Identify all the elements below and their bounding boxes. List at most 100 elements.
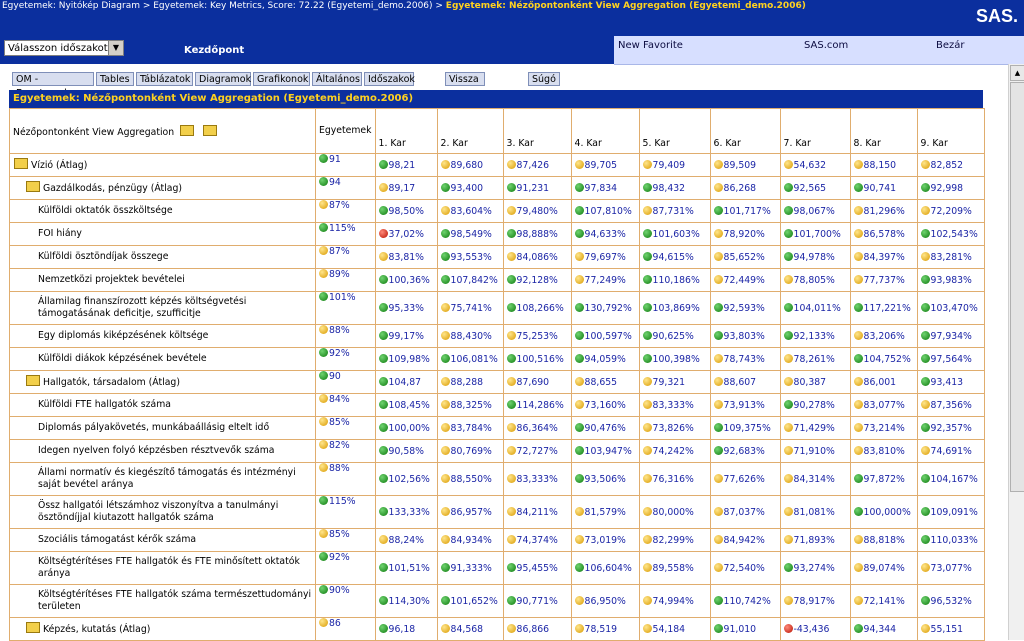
metric-cell[interactable]: 100,398% [638, 347, 711, 371]
metric-cell[interactable]: 82,852 [916, 153, 985, 177]
metric-cell[interactable]: 92,357% [916, 416, 985, 440]
metric-cell[interactable]: 88% [315, 462, 376, 496]
metric-cell[interactable]: 84,314% [779, 462, 851, 496]
metric-cell[interactable]: 83,604% [436, 199, 504, 223]
metric-cell[interactable]: 106,604% [570, 551, 640, 585]
metric-cell[interactable]: 90,476% [570, 416, 640, 440]
metric-cell[interactable]: 89,509 [709, 153, 781, 177]
metric-cell[interactable]: 86,866 [502, 617, 572, 641]
metric-cell[interactable]: 98,50% [374, 199, 438, 223]
metric-cell[interactable]: 72,209% [916, 199, 985, 223]
metric-cell[interactable]: 82% [315, 439, 376, 463]
metric-cell[interactable]: 103,470% [916, 291, 985, 325]
metric-cell[interactable]: 93,506% [570, 462, 640, 496]
row-label-cell[interactable]: Képzés, kutatás (Átlag) [9, 617, 316, 641]
breadcrumb-link-diagram[interactable]: Egyetemek: Nyitókép Diagram [2, 1, 140, 11]
folder-icon[interactable] [26, 375, 40, 386]
metric-cell[interactable]: 73,214% [849, 416, 918, 440]
column-header[interactable]: 5. Kar [638, 108, 711, 154]
row-label-cell[interactable]: Gazdálkodás, pénzügy (Átlag) [9, 176, 316, 200]
tab-tablazatok[interactable]: Táblázatok [136, 72, 193, 86]
metric-cell[interactable]: 100,00% [374, 416, 438, 440]
metric-cell[interactable]: 86,364% [502, 416, 572, 440]
metric-cell[interactable]: 84% [315, 393, 376, 417]
metric-cell[interactable]: 79,409 [638, 153, 711, 177]
column-header[interactable]: 1. Kar [374, 108, 438, 154]
metric-cell[interactable]: 93,274% [779, 551, 851, 585]
metric-cell[interactable]: 89,558% [638, 551, 711, 585]
metric-cell[interactable]: 78,519 [570, 617, 640, 641]
metric-cell[interactable]: 71,893% [779, 528, 851, 552]
metric-cell[interactable]: 93,983% [916, 268, 985, 292]
metric-cell[interactable]: 94,059% [570, 347, 640, 371]
metric-cell[interactable]: 84,211% [502, 495, 572, 529]
metric-cell[interactable]: 87,356% [916, 393, 985, 417]
metric-cell[interactable]: 88% [315, 324, 376, 348]
metric-cell[interactable]: 84,942% [709, 528, 781, 552]
metric-cell[interactable]: 88,150 [849, 153, 918, 177]
metric-cell[interactable]: 86,578% [849, 222, 918, 246]
metric-cell[interactable]: 92,683% [709, 439, 781, 463]
metric-cell[interactable]: 83,281% [916, 245, 985, 269]
metric-cell[interactable]: 90,58% [374, 439, 438, 463]
metric-cell[interactable]: 81,296% [849, 199, 918, 223]
chevron-down-icon[interactable]: ▼ [108, 41, 123, 55]
metric-cell[interactable]: 72,540% [709, 551, 781, 585]
column-header[interactable]: 6. Kar [709, 108, 781, 154]
metric-cell[interactable]: 92,998 [916, 176, 985, 200]
tab-altalanos[interactable]: Általános [312, 72, 362, 86]
metric-cell[interactable]: 87,731% [638, 199, 711, 223]
metric-cell[interactable]: 109,375% [709, 416, 781, 440]
metric-cell[interactable]: 96,18 [374, 617, 438, 641]
row-label-cell[interactable]: Költségtérítéses FTE hallgatók száma ter… [9, 584, 316, 618]
metric-cell[interactable]: 93,413 [916, 370, 985, 394]
metric-cell[interactable]: 84,086% [502, 245, 572, 269]
column-header[interactable]: 7. Kar [779, 108, 851, 154]
metric-cell[interactable]: 83,784% [436, 416, 504, 440]
row-label-cell[interactable]: Hallgatók, társadalom (Átlag) [9, 370, 316, 394]
metric-cell[interactable]: 104,011% [779, 291, 851, 325]
metric-cell[interactable]: 86,268 [709, 176, 781, 200]
metric-cell[interactable]: 94 [315, 176, 376, 200]
metric-cell[interactable]: 88,655 [570, 370, 640, 394]
metric-cell[interactable]: 110,033% [916, 528, 985, 552]
row-label-cell[interactable]: Külföldi oktatók összköltsége [9, 199, 316, 223]
column-header[interactable]: 3. Kar [502, 108, 572, 154]
folder-expand-icon[interactable] [203, 124, 218, 136]
row-label-cell[interactable]: Egy diplomás kiképzésének költsége [9, 324, 316, 348]
metric-cell[interactable]: 71,910% [779, 439, 851, 463]
metric-cell[interactable]: 92,128% [502, 268, 572, 292]
tab-tables[interactable]: Tables [96, 72, 134, 86]
metric-cell[interactable]: 96,532% [916, 584, 985, 618]
metric-cell[interactable]: 85% [315, 416, 376, 440]
metric-cell[interactable]: 88,325% [436, 393, 504, 417]
metric-cell[interactable]: 92,565 [779, 176, 851, 200]
metric-cell[interactable]: 71,429% [779, 416, 851, 440]
sas-com-link[interactable]: SAS.com [804, 40, 848, 51]
metric-cell[interactable]: 104,167% [916, 462, 985, 496]
metric-cell[interactable]: 72,141% [849, 584, 918, 618]
scroll-thumb[interactable] [1010, 82, 1024, 492]
metric-cell[interactable]: 98,549% [436, 222, 504, 246]
metric-cell[interactable]: 101,700% [779, 222, 851, 246]
metric-cell[interactable]: 74,994% [638, 584, 711, 618]
metric-cell[interactable]: 80,769% [436, 439, 504, 463]
metric-cell[interactable]: 88,550% [436, 462, 504, 496]
metric-cell[interactable]: 114,286% [502, 393, 572, 417]
metric-cell[interactable]: 91,010 [709, 617, 781, 641]
metric-cell[interactable]: 90% [315, 584, 376, 618]
metric-cell[interactable]: 115% [315, 222, 376, 246]
folder-icon[interactable] [26, 622, 40, 633]
metric-cell[interactable]: 89,705 [570, 153, 640, 177]
metric-cell[interactable]: 89,17 [374, 176, 438, 200]
metric-cell[interactable]: 84,934% [436, 528, 504, 552]
metric-cell[interactable]: 88,818% [849, 528, 918, 552]
metric-cell[interactable]: 79,480% [502, 199, 572, 223]
metric-cell[interactable]: 95,455% [502, 551, 572, 585]
column-header[interactable]: 8. Kar [849, 108, 918, 154]
metric-cell[interactable]: 98,067% [779, 199, 851, 223]
metric-cell[interactable]: 83,81% [374, 245, 438, 269]
metric-cell[interactable]: 88,24% [374, 528, 438, 552]
metric-cell[interactable]: 109,98% [374, 347, 438, 371]
metric-cell[interactable]: 100,516% [502, 347, 572, 371]
